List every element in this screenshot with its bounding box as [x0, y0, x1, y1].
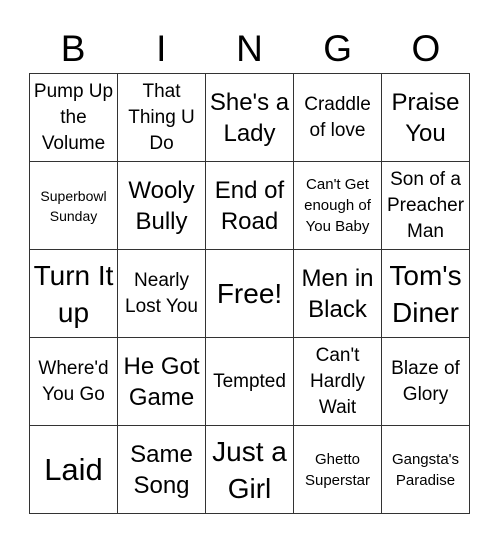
bingo-cell[interactable]: Can't Get enough of You Baby	[294, 162, 382, 250]
bingo-cell[interactable]: Just a Girl	[206, 426, 294, 514]
bingo-cell[interactable]: Ghetto Superstar	[294, 426, 382, 514]
bingo-cell[interactable]: Praise You	[382, 74, 470, 162]
bingo-cell[interactable]: Blaze of Glory	[382, 338, 470, 426]
bingo-cell[interactable]: Can't Hardly Wait	[294, 338, 382, 426]
cell-label: Same Song	[130, 440, 193, 499]
header-letter-b: B	[60, 28, 86, 69]
bingo-cell[interactable]: Gangsta's Paradise	[382, 426, 470, 514]
bingo-cell[interactable]: Men in Black	[294, 250, 382, 338]
cell-label: Pump Up the Volume	[33, 80, 114, 154]
cell-label: Tom's Diner	[389, 259, 462, 328]
header-letter-o: O	[411, 28, 441, 69]
bingo-cell[interactable]: She's a Lady	[206, 74, 294, 162]
bingo-cell[interactable]: Craddle of love	[294, 74, 382, 162]
cell-label: Turn It up	[33, 259, 114, 328]
bingo-cell[interactable]: Where'd You Go	[30, 338, 118, 426]
cell-label: That Thing U Do	[128, 80, 195, 154]
cell-label: Ghetto Superstar	[304, 450, 371, 489]
bingo-cell[interactable]: Pump Up the Volume	[30, 74, 118, 162]
cell-label: Can't Hardly Wait	[310, 344, 365, 418]
header-letter-g: G	[323, 28, 353, 69]
cell-label: Nearly Lost You	[125, 269, 198, 317]
bingo-cell[interactable]: That Thing U Do	[118, 74, 206, 162]
bingo-cell[interactable]: Tom's Diner	[382, 250, 470, 338]
bingo-cell[interactable]: He Got Game	[118, 338, 206, 426]
header-letter-i: I	[156, 28, 167, 69]
bingo-cell[interactable]: Same Song	[118, 426, 206, 514]
bingo-cell[interactable]: Laid	[30, 426, 118, 514]
free-space-cell[interactable]: Free!	[206, 250, 294, 338]
cell-label: He Got Game	[123, 352, 200, 411]
cell-label: Blaze of Glory	[391, 357, 460, 405]
cell-label: Can't Get enough of You Baby	[304, 176, 371, 235]
cell-label: Tempted	[213, 370, 286, 392]
bingo-cell[interactable]: End of Road	[206, 162, 294, 250]
bingo-cell[interactable]: Nearly Lost You	[118, 250, 206, 338]
cell-label: Where'd You Go	[38, 357, 109, 405]
cell-label: Men in Black	[301, 264, 374, 323]
cell-label: Gangsta's Paradise	[391, 450, 460, 489]
cell-label: Free!	[216, 278, 283, 309]
cell-label: Superbowl Sunday	[40, 187, 107, 224]
cell-label: Just a Girl	[212, 435, 287, 504]
cell-label: Wooly Bully	[128, 176, 195, 235]
bingo-cell[interactable]: Turn It up	[30, 250, 118, 338]
cell-label: Laid	[44, 451, 103, 487]
bingo-cell[interactable]: Tempted	[206, 338, 294, 426]
bingo-grid: Pump Up the Volume That Thing U Do She's a…	[29, 73, 470, 514]
cell-label: End of Road	[214, 176, 285, 235]
bingo-cell[interactable]: Son of a Preacher Man	[382, 162, 470, 250]
bingo-header: B I N G O	[29, 24, 470, 74]
cell-label: Craddle of love	[304, 93, 371, 141]
cell-label: Praise You	[391, 88, 460, 147]
bingo-cell[interactable]: Superbowl Sunday	[30, 162, 118, 250]
header-letter-n: N	[236, 28, 263, 69]
cell-label: She's a Lady	[209, 88, 290, 147]
bingo-cell[interactable]: Wooly Bully	[118, 162, 206, 250]
cell-label: Son of a Preacher Man	[386, 168, 465, 242]
